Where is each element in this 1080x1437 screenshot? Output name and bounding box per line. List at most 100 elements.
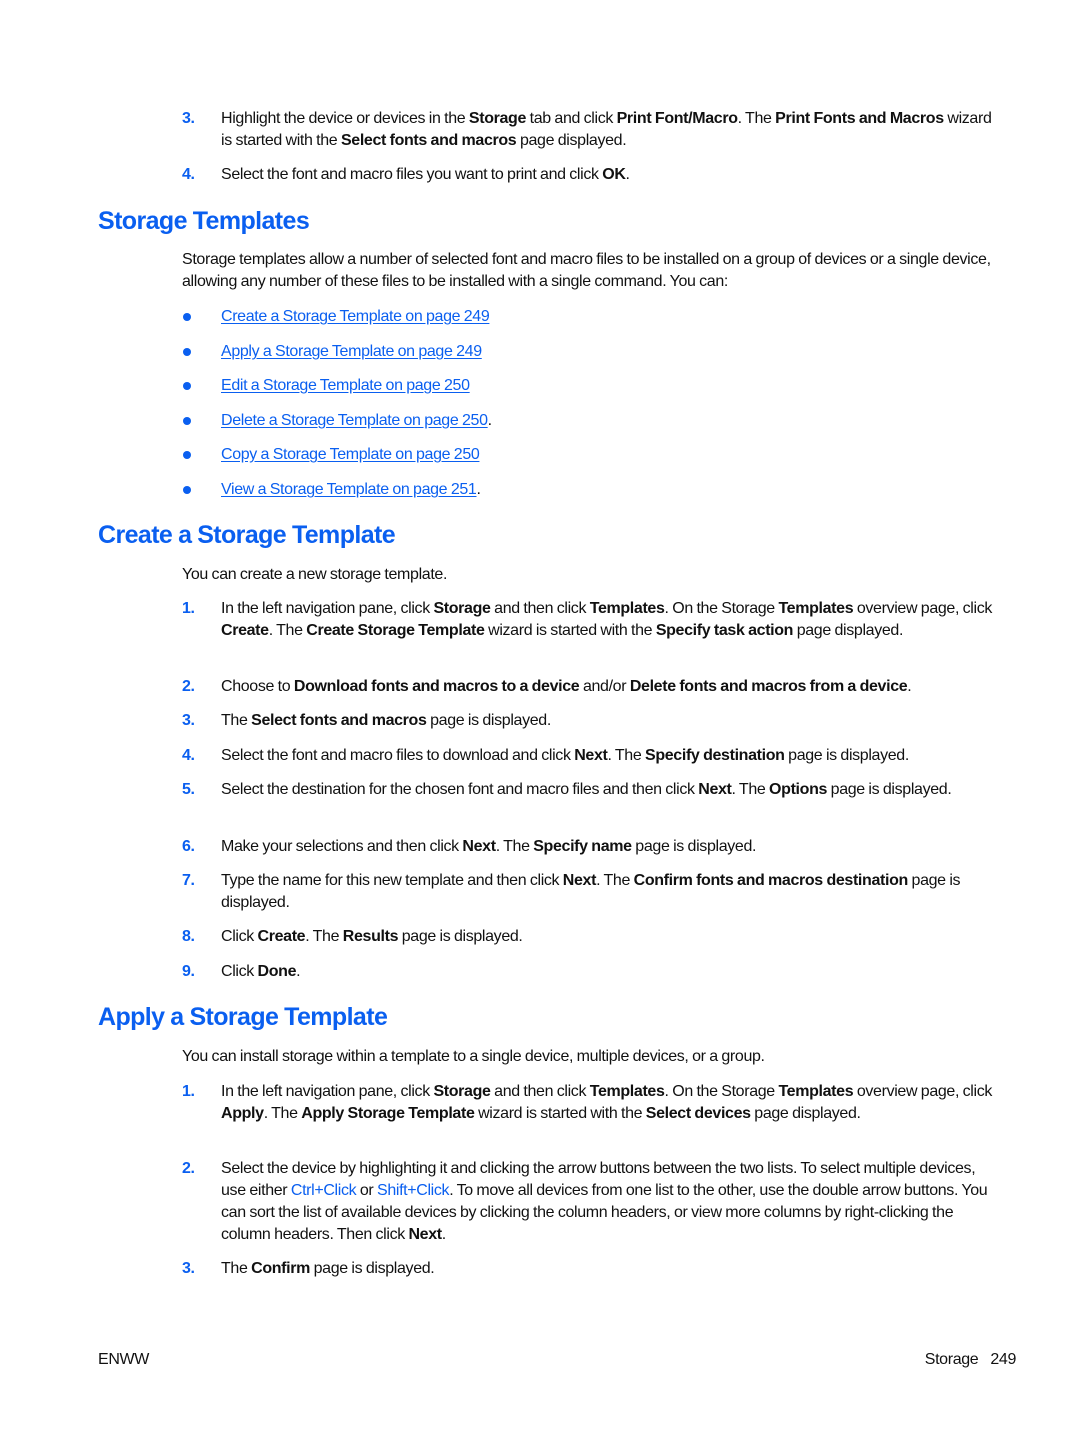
text-run: In the left navigation pane, click — [221, 600, 434, 617]
text-run: page displayed. — [516, 132, 627, 149]
step-number: 7. — [182, 872, 195, 889]
text-run: Highlight the device or devices in the — [221, 110, 469, 127]
ui-term: Apply Storage Template — [301, 1105, 475, 1122]
ui-term: Select fonts and macros — [340, 132, 517, 149]
text-run: . On the Storage — [664, 1083, 779, 1100]
ui-term: Options — [769, 781, 828, 798]
ui-term: Storage — [433, 1083, 491, 1100]
ui-term: OK — [602, 166, 626, 183]
bullet-icon — [183, 451, 191, 459]
text-run: page is displayed. — [784, 747, 909, 764]
step-text: Click Done. — [221, 961, 1001, 983]
bullet-icon — [183, 486, 191, 494]
text-run: Choose to — [221, 678, 294, 695]
link-apply-storage-template[interactable]: Apply a Storage Template on page 249 — [221, 343, 482, 360]
ui-term: Next — [408, 1226, 442, 1243]
text-run: page displayed. — [750, 1105, 861, 1122]
step-text: Click Create. The Results page is displa… — [221, 926, 1001, 948]
text-run: . — [296, 963, 301, 980]
ui-term: Templates — [589, 1083, 665, 1100]
text-run: . The — [268, 622, 307, 639]
section-heading-apply-storage-template: Apply a Storage Template — [98, 1003, 388, 1031]
footer-page-number: 249 — [990, 1351, 1016, 1368]
text-run: and then click — [490, 1083, 590, 1100]
step-number: 4. — [182, 166, 195, 183]
text-run: page is displayed. — [398, 928, 523, 945]
text-run: page is displayed. — [631, 838, 757, 855]
step-number: 3. — [182, 1260, 195, 1277]
step-text: In the left navigation pane, click Stora… — [221, 1081, 1001, 1125]
step-number: 9. — [182, 963, 195, 980]
ui-term: Storage — [468, 110, 527, 127]
ui-term: Create — [221, 622, 269, 639]
ui-term: Templates — [778, 600, 854, 617]
step-text: The Confirm page is displayed. — [221, 1258, 1001, 1280]
text-run: Select the font and macro files you want… — [221, 166, 603, 183]
text-run: . The — [731, 781, 770, 798]
bullet-icon — [183, 417, 191, 425]
step-text: Select the font and macro files to downl… — [221, 745, 1001, 767]
link-view-storage-template[interactable]: View a Storage Template on page 251 — [221, 481, 477, 498]
footer-locale: ENWW — [98, 1351, 150, 1368]
text-run: page is displayed. — [426, 712, 551, 729]
create-template-intro: You can create a new storage template. — [182, 566, 448, 583]
step-text: Select the font and macro files you want… — [221, 164, 1001, 186]
shortcut-term: Ctrl+Click — [290, 1182, 357, 1199]
text-run: overview page, click — [853, 600, 993, 617]
step-number: 6. — [182, 838, 195, 855]
step-number: 5. — [182, 781, 195, 798]
text-run: Make your selections and then click — [221, 838, 463, 855]
step-number: 1. — [182, 600, 195, 617]
step-number: 3. — [182, 712, 195, 729]
step-text: Highlight the device or devices in the S… — [221, 108, 1001, 152]
link-copy-storage-template[interactable]: Copy a Storage Template on page 250 — [221, 446, 480, 463]
text-run: page is displayed. — [310, 1260, 435, 1277]
step-number: 3. — [182, 110, 195, 127]
bullet-icon — [183, 313, 191, 321]
link-suffix: . — [487, 412, 492, 429]
text-run: Click — [221, 928, 258, 945]
ui-term: Print Font/Macro — [616, 110, 738, 127]
step-number: 4. — [182, 747, 195, 764]
step-text: In the left navigation pane, click Stora… — [221, 598, 1001, 642]
step-number: 2. — [182, 1160, 195, 1177]
ui-term: Print Fonts and Macros — [775, 110, 944, 127]
ui-term: Create Storage Template — [306, 622, 485, 639]
text-run: . The — [263, 1105, 302, 1122]
step-number: 8. — [182, 928, 195, 945]
ui-term: Download fonts and macros to a device — [293, 678, 580, 695]
step-text: Select the device by highlighting it and… — [221, 1158, 1001, 1246]
step-text: Select the destination for the chosen fo… — [221, 779, 1001, 801]
document-page: 3. Highlight the device or devices in th… — [0, 0, 1080, 1437]
link-create-storage-template[interactable]: Create a Storage Template on page 249 — [221, 308, 490, 325]
text-run: and then click — [490, 600, 590, 617]
footer-page-info: Storage 249 — [924, 1350, 1017, 1370]
step-text: Choose to Download fonts and macros to a… — [221, 676, 1001, 698]
text-run: overview page, click — [853, 1083, 993, 1100]
text-run: tab and click — [526, 110, 617, 127]
text-run: The — [221, 712, 252, 729]
text-run: In the left navigation pane, click — [221, 1083, 434, 1100]
ui-term: Apply — [221, 1105, 264, 1122]
text-run: The — [221, 1260, 252, 1277]
section-heading-create-storage-template: Create a Storage Template — [98, 521, 396, 549]
text-run: page displayed. — [793, 622, 904, 639]
text-run: . — [441, 1226, 446, 1243]
shortcut-term: Shift+Click — [377, 1182, 450, 1199]
text-run: . The — [737, 110, 776, 127]
text-run: . The — [596, 872, 634, 889]
text-run: . The — [607, 747, 646, 764]
link-delete-storage-template[interactable]: Delete a Storage Template on page 250 — [221, 412, 488, 429]
link-edit-storage-template[interactable]: Edit a Storage Template on page 250 — [221, 377, 470, 394]
step-text: Make your selections and then click Next… — [221, 836, 1001, 858]
ui-term: Specify task action — [655, 622, 794, 639]
text-run: page is displayed. — [827, 781, 952, 798]
ui-term: Next — [574, 747, 608, 764]
footer-section-name: Storage — [924, 1351, 979, 1368]
step-text: The Select fonts and macros page is disp… — [221, 710, 1001, 732]
text-run: . — [625, 166, 630, 183]
text-run: or — [356, 1182, 377, 1199]
text-run: . — [907, 678, 912, 695]
ui-term: Results — [342, 928, 399, 945]
ui-term: Delete fonts and macros from a device — [629, 678, 908, 695]
